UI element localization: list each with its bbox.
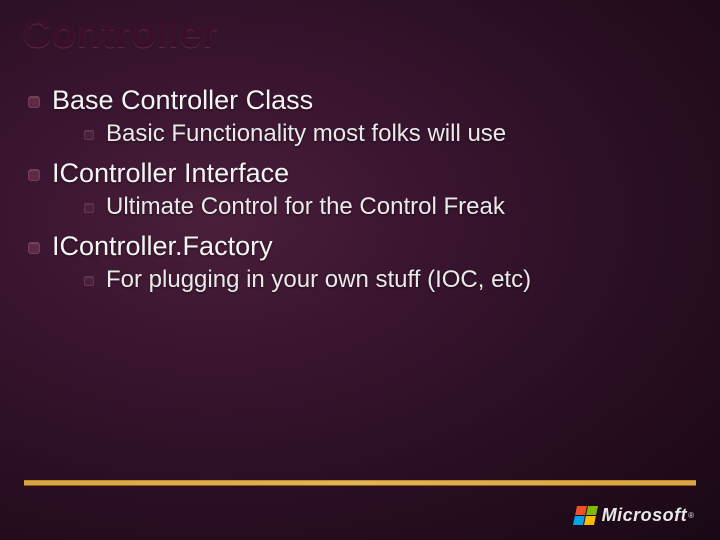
slide-title: Controller — [22, 12, 698, 57]
microsoft-flag-icon — [573, 506, 598, 525]
logo-text: Microsoft — [602, 505, 688, 526]
list-subitem-label: Ultimate Control for the Control Freak — [106, 193, 505, 221]
registered-mark: ® — [688, 511, 694, 520]
bullet-icon — [28, 242, 40, 254]
list-subitem: Ultimate Control for the Control Freak — [84, 193, 698, 221]
list-subitem: Basic Functionality most folks will use — [84, 120, 698, 148]
list-item: IController.Factory — [28, 231, 698, 262]
list-item: Base Controller Class — [28, 85, 698, 116]
list-item: IController Interface — [28, 158, 698, 189]
list-item-label: IController.Factory — [52, 231, 273, 262]
list-item-label: Base Controller Class — [52, 85, 313, 116]
list-subitem-label: Basic Functionality most folks will use — [106, 120, 506, 148]
bullet-icon — [84, 203, 94, 213]
list-item-label: IController Interface — [52, 158, 289, 189]
bullet-icon — [28, 96, 40, 108]
footer-divider — [24, 480, 696, 486]
bullet-icon — [84, 130, 94, 140]
list-subitem: For plugging in your own stuff (IOC, etc… — [84, 266, 698, 294]
bullet-icon — [28, 169, 40, 181]
bullet-icon — [84, 276, 94, 286]
list-subitem-label: For plugging in your own stuff (IOC, etc… — [106, 266, 531, 294]
slide: Controller Base Controller Class Basic F… — [0, 0, 720, 540]
microsoft-logo: Microsoft ® — [575, 505, 694, 526]
